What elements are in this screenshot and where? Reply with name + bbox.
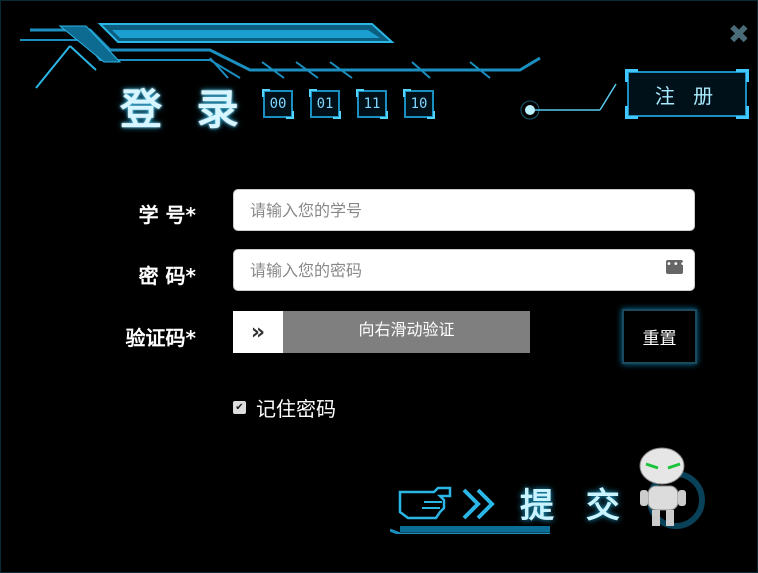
pointing-hand-icon xyxy=(398,486,452,520)
slider-text: 向右滑动验证 xyxy=(358,320,455,339)
register-label: 注 册 xyxy=(654,83,720,108)
captcha-slider[interactable]: » 向右滑动验证 xyxy=(233,311,530,353)
page-title: 登 录 xyxy=(120,85,249,134)
remember-checkbox[interactable]: ✔ xyxy=(233,401,246,414)
connector-line-decoration xyxy=(520,83,617,120)
corner-decoration xyxy=(625,106,638,119)
code-box-2: 01 xyxy=(309,89,341,119)
close-icon[interactable]: ✖ xyxy=(728,20,750,50)
reset-button[interactable]: 重置 xyxy=(622,309,697,364)
password-manager-icon[interactable]: ••• xyxy=(666,260,686,274)
circuit-frame-decoration xyxy=(20,23,541,89)
code-box-1: 00 xyxy=(262,89,294,119)
password-input[interactable] xyxy=(233,249,695,291)
corner-decoration xyxy=(736,106,749,119)
double-chevron-right-icon: » xyxy=(250,319,266,345)
remember-password: ✔ 记住密码 xyxy=(233,393,336,422)
double-chevron-right-icon xyxy=(462,488,495,520)
remember-label[interactable]: 记住密码 xyxy=(256,393,336,422)
register-button[interactable]: 注 册 xyxy=(625,69,749,119)
code-box-3: 11 xyxy=(356,89,388,119)
captcha-label: 验证码* xyxy=(125,326,196,350)
corner-decoration xyxy=(736,69,749,82)
password-label: 密 码* xyxy=(138,264,196,288)
slider-handle[interactable]: » xyxy=(233,311,283,353)
student-id-input[interactable] xyxy=(233,189,695,231)
corner-decoration xyxy=(625,69,638,82)
code-box-4: 10 xyxy=(403,89,435,119)
robot-mascot-icon xyxy=(639,447,705,529)
student-id-label: 学 号* xyxy=(138,203,196,227)
submit-label[interactable]: 提 交 xyxy=(520,478,630,527)
